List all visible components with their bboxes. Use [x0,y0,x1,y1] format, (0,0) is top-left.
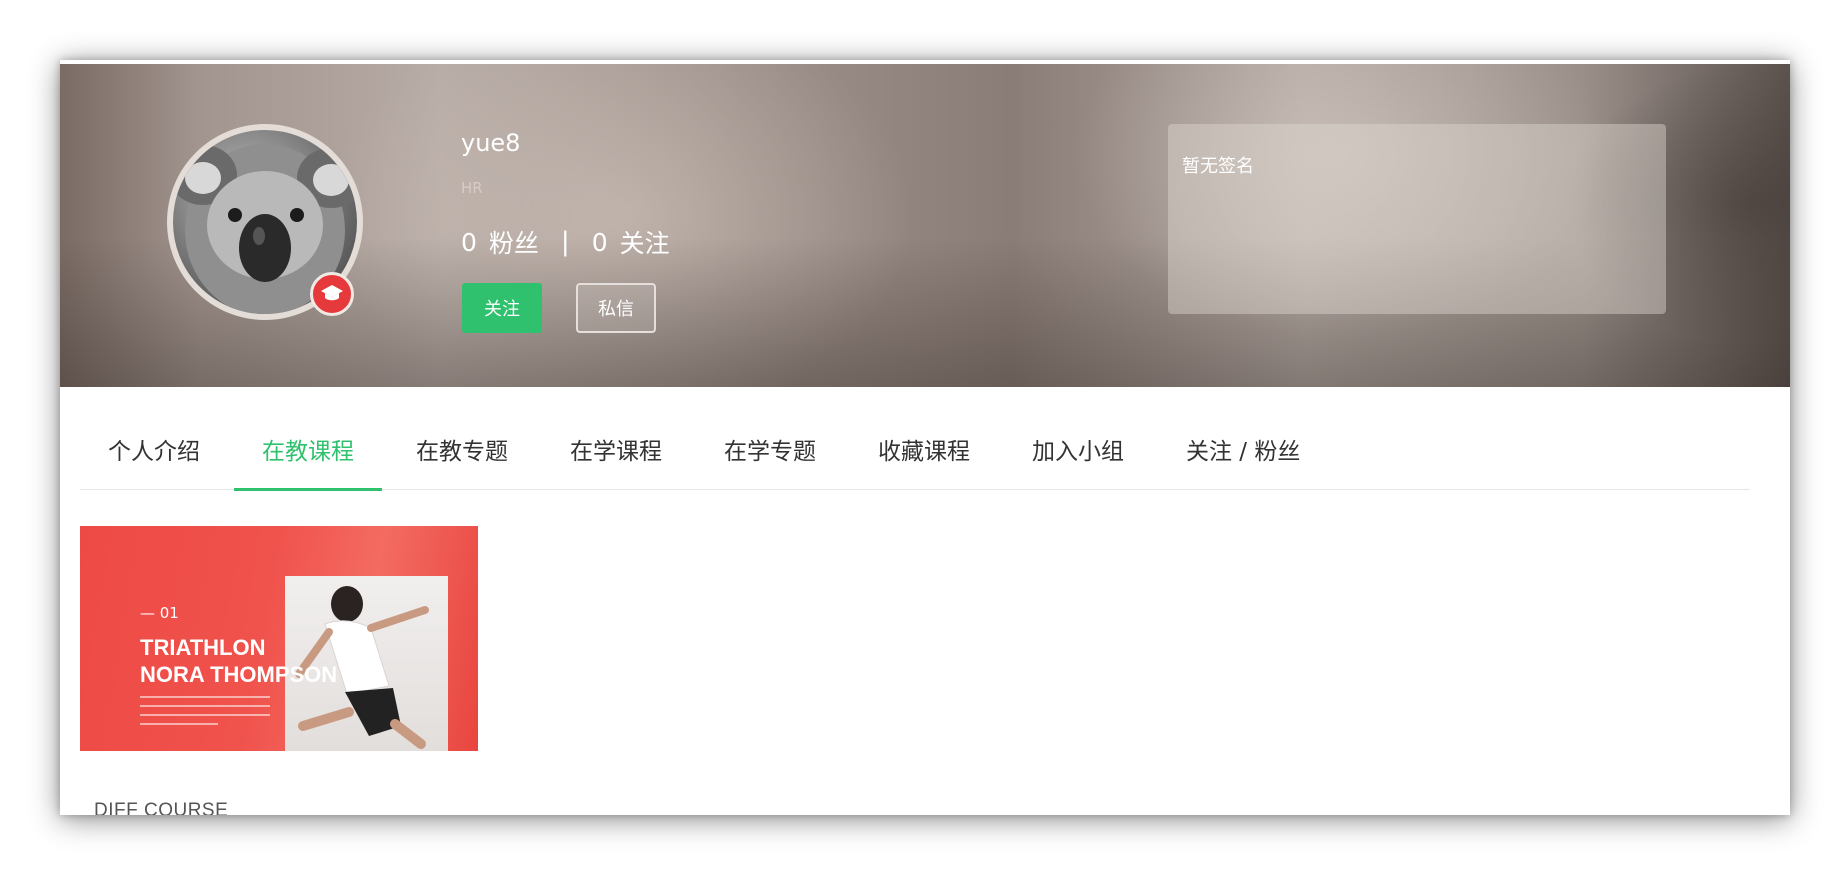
message-button[interactable]: 私信 [576,283,656,333]
following-label[interactable]: 关注 [620,224,670,260]
username: yue8 [461,129,521,157]
followers-label[interactable]: 粉丝 [489,224,539,260]
page-frame: yue8 HR 0 粉丝 | 0 关注 关注 私信 暂无签名 个人介绍 在教课程… [60,60,1790,815]
course-name[interactable]: DIFF COURSE [94,800,228,815]
follow-stats: 0 粉丝 | 0 关注 [461,224,670,260]
teacher-badge [310,272,354,316]
user-role: HR [461,179,483,197]
tab-follow-fans[interactable]: 关注 / 粉丝 [1158,430,1328,490]
following-count: 0 [591,227,608,257]
signature-text: 暂无签名 [1182,156,1254,177]
tab-favorite-courses[interactable]: 收藏课程 [850,430,998,490]
profile-banner: yue8 HR 0 粉丝 | 0 关注 关注 私信 暂无签名 [60,64,1790,387]
signature-box: 暂无签名 [1168,124,1666,314]
course-card-thumbnail[interactable]: — 01 TRIATHLON NORA THOMPSON [80,526,478,751]
card-title: TRIATHLON NORA THOMPSON [140,635,338,687]
tab-teaching-courses[interactable]: 在教课程 [234,430,382,491]
graduation-cap-icon [321,285,343,301]
stats-separator: | [560,227,570,257]
follow-button[interactable]: 关注 [462,283,542,333]
tab-teaching-topics[interactable]: 在教专题 [388,430,536,490]
tab-learning-topics[interactable]: 在学专题 [696,430,844,490]
tab-intro[interactable]: 个人介绍 [80,430,228,490]
tab-learning-courses[interactable]: 在学课程 [542,430,690,490]
profile-tabs: 个人介绍 在教课程 在教专题 在学课程 在学专题 收藏课程 加入小组 关注 / … [80,430,1750,491]
card-description-lines [140,696,270,732]
followers-count: 0 [461,227,477,257]
tab-joined-groups[interactable]: 加入小组 [1004,430,1152,490]
card-number: — 01 [140,604,179,622]
